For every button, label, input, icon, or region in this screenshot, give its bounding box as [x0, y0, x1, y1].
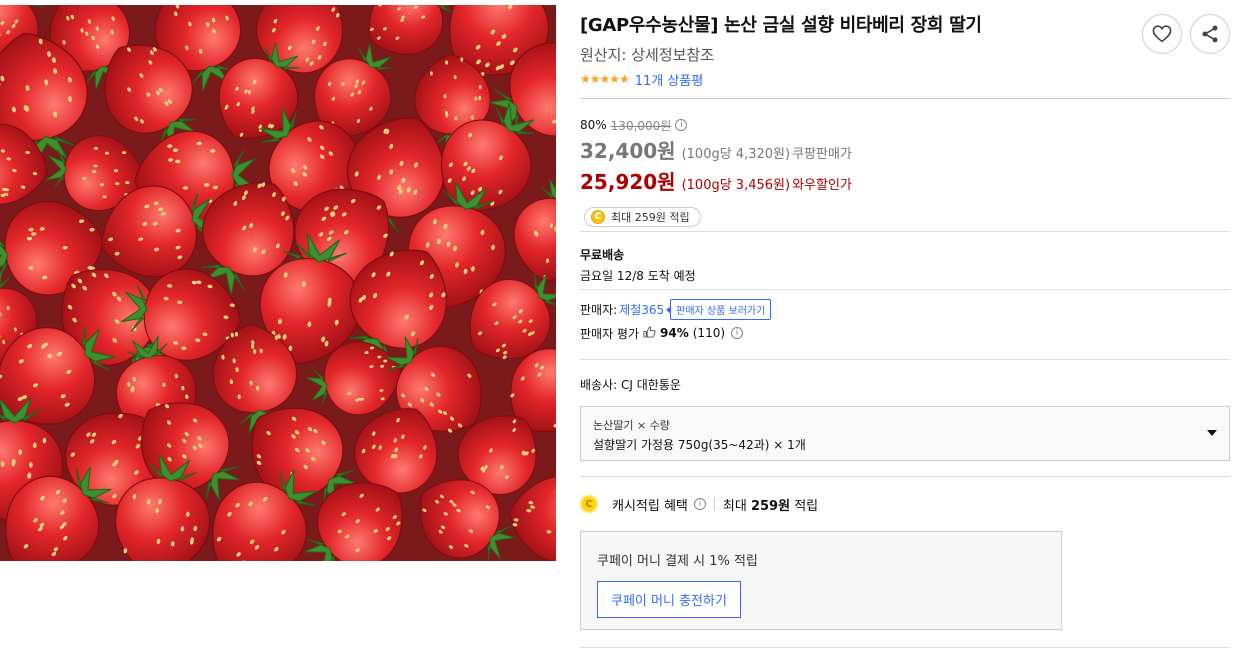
sale-unit-price: (100g당 4,320원): [681, 147, 791, 162]
sale-price-label: 쿠팡판매가: [792, 147, 852, 162]
option-value: 설향딸기 가정용 750g(35~42과) × 1개: [593, 438, 806, 452]
heart-icon: [1152, 25, 1172, 43]
icon-buttons: [1142, 14, 1230, 54]
seller-label: 판매자:: [580, 302, 618, 317]
seller-rating-count: (110): [692, 326, 726, 340]
divider: [580, 289, 1230, 290]
star-rating: ★★★★★: [580, 72, 630, 86]
sale-price: 32,400원: [580, 139, 676, 163]
product-title: [GAP우수농산물] 논산 금실 설향 비타베리 장희 딸기: [580, 15, 982, 36]
product-origin: 원산지: 상세정보참조: [580, 46, 715, 64]
info-icon[interactable]: i: [675, 119, 688, 131]
product-image: [0, 5, 556, 561]
option-label: 논산딸기 × 수량: [593, 419, 670, 432]
price-block: 80% 130,000원 i 32,400원 (100g당 4,320원) 쿠팡…: [580, 117, 1230, 227]
divider: [580, 647, 1230, 648]
seller-name-link[interactable]: 제철365: [619, 301, 664, 318]
option-select[interactable]: 논산딸기 × 수량 설향딸기 가정용 750g(35~42과) × 1개: [580, 406, 1230, 461]
wow-price-label: 와우할인가: [792, 178, 852, 193]
separator: [713, 498, 715, 510]
coupay-text: 쿠페이 머니 결제 시 1% 적립: [597, 554, 758, 569]
share-icon: [1202, 25, 1218, 43]
rating-row: ★★★★★ 11개 상품평: [580, 70, 1230, 89]
cash-reward-chip: C 최대 259원 적립: [584, 207, 701, 227]
free-shipping-label: 무료배송: [580, 248, 625, 262]
original-price: 130,000원: [610, 118, 672, 133]
wow-unit-price: (100g당 3,456원): [681, 178, 791, 193]
coupay-charge-button[interactable]: 쿠페이 머니 충전하기: [597, 581, 741, 618]
seller-row: 판매자: 제철365 판매자 상품 보러가기: [580, 298, 1230, 320]
chevron-down-icon: [1207, 430, 1217, 436]
arrival-date: 금요일 12/8 도착 예정: [580, 269, 696, 283]
thumbs-up-icon: [643, 325, 656, 341]
wow-price-line: 25,920원 (100g당 3,456원) 와우할인가: [580, 166, 1230, 195]
cash-benefit-label: 캐시적립 혜택: [612, 498, 688, 514]
share-button[interactable]: [1190, 14, 1230, 54]
seller-rating-row: 판매자 평가 94% (110) i: [580, 322, 1230, 344]
cash-reward-text: 최대 259원 적립: [611, 211, 690, 224]
wishlist-button[interactable]: [1142, 14, 1182, 54]
shipping-info: 무료배송 금요일 12/8 도착 예정: [580, 246, 696, 284]
info-icon[interactable]: i: [731, 327, 744, 339]
info-icon[interactable]: i: [693, 498, 706, 510]
review-count-link[interactable]: 11개 상품평: [635, 70, 704, 89]
strawberry-photo: [0, 5, 556, 561]
wow-price: 25,920원: [580, 170, 676, 194]
cash-benefit-row: C 캐시적립 혜택 i 최대 259원 적립: [580, 494, 818, 514]
cash-benefit-amount: 259원: [750, 498, 791, 514]
cash-benefit-suffix: 적립: [790, 498, 819, 514]
cash-benefit-value: 최대 259원 적립: [723, 495, 818, 514]
seller-rating-percent: 94%: [660, 326, 689, 340]
seller-rating-label: 판매자 평가: [580, 326, 640, 341]
cash-benefit-prefix: 최대: [722, 498, 751, 514]
divider: [580, 98, 1230, 99]
coupay-box: 쿠페이 머니 결제 시 1% 적립 쿠페이 머니 충전하기: [580, 531, 1062, 630]
discount-line: 80% 130,000원 i: [580, 117, 1230, 133]
carrier-info: 배송사: CJ 대한통운: [580, 378, 681, 392]
divider: [580, 476, 1230, 477]
coin-icon: C: [580, 495, 598, 513]
divider: [580, 231, 1230, 232]
product-info: [GAP우수농산물] 논산 금실 설향 비타베리 장희 딸기 원산지: 상세정보…: [580, 12, 1230, 89]
coin-icon: C: [591, 210, 605, 224]
seller-info: 판매자: 제철365 판매자 상품 보러가기 판매자 평가 94% (110) …: [580, 298, 1230, 344]
discount-rate: 80%: [580, 118, 607, 132]
divider: [580, 359, 1230, 360]
seller-products-tooltip[interactable]: 판매자 상품 보러가기: [666, 298, 772, 320]
sale-price-line: 32,400원 (100g당 4,320원) 쿠팡판매가: [580, 135, 1230, 164]
